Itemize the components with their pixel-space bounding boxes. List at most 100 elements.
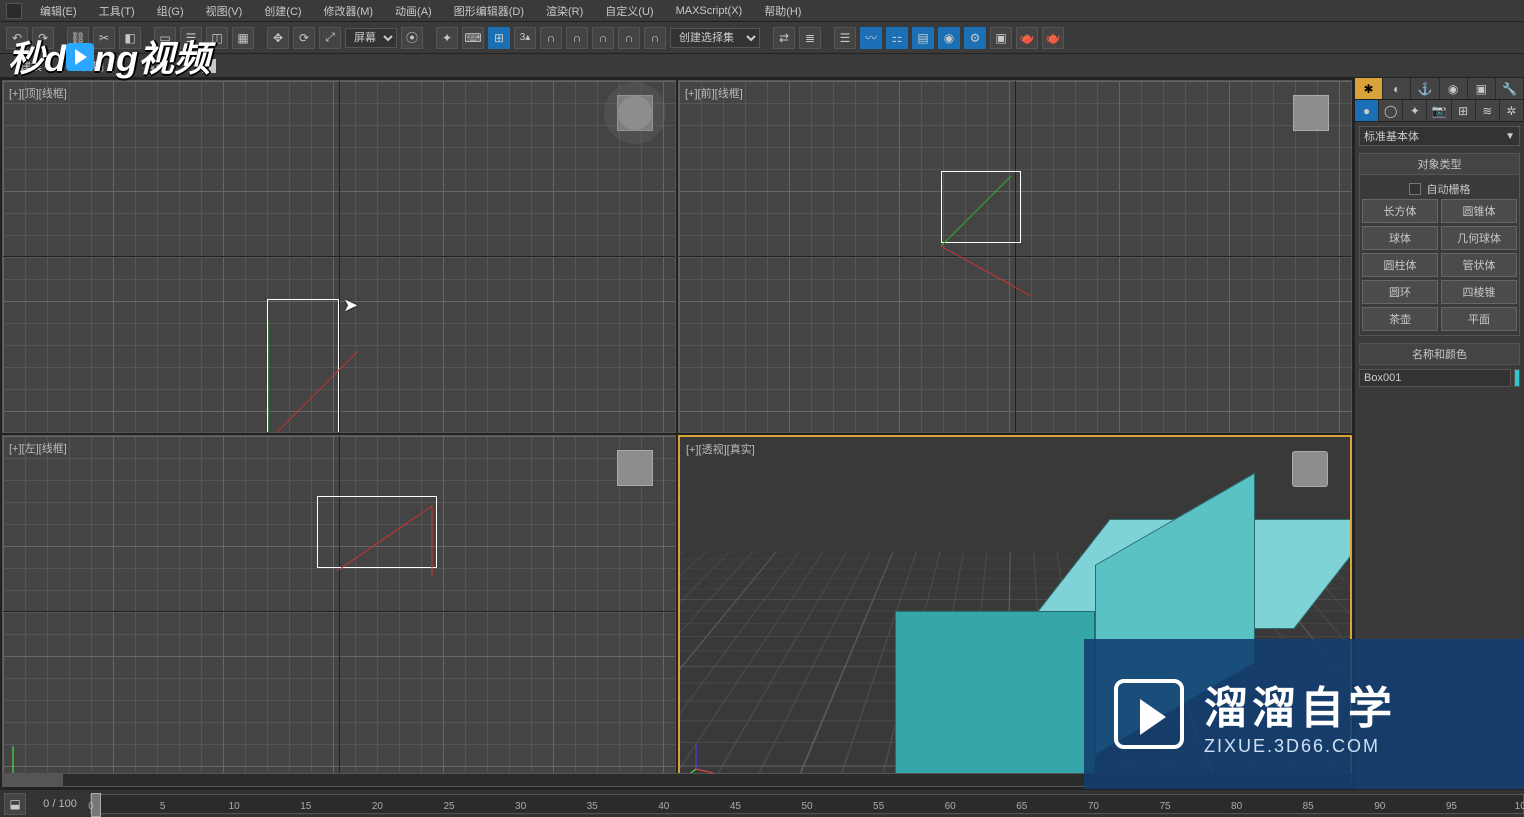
menu-help[interactable]: 帮助(H)	[760, 1, 805, 21]
viewport-top[interactable]: [+][顶][线框] ➤	[2, 80, 676, 433]
btn-cone[interactable]: 圆锥体	[1441, 199, 1517, 223]
snap-use-icon[interactable]: ∩	[644, 27, 666, 49]
tab-hierarchy-icon[interactable]: ⚓	[1411, 78, 1439, 99]
btn-pyramid[interactable]: 四棱锥	[1441, 280, 1517, 304]
dope-sheet-icon[interactable]: ▤	[912, 27, 934, 49]
viewport-scrollbar[interactable]	[2, 773, 1352, 787]
btn-plane[interactable]: 平面	[1441, 307, 1517, 331]
layers-icon[interactable]: ☰	[834, 27, 856, 49]
timeline-config-icon[interactable]: ⬓	[4, 793, 26, 815]
select-name-icon[interactable]: ☰	[180, 27, 202, 49]
link-icon[interactable]: ⛓	[67, 27, 89, 49]
viewcube-icon[interactable]	[1293, 95, 1329, 131]
time-slider[interactable]: 0510152025303540455055606570758085909510…	[90, 794, 1524, 814]
subtab-systems-icon[interactable]: ✲	[1500, 100, 1524, 121]
window-crossing-icon[interactable]: ▦	[232, 27, 254, 49]
select-icon[interactable]: ▭	[154, 27, 176, 49]
mirror-icon[interactable]: ⇄	[773, 27, 795, 49]
tab-display-icon[interactable]: ▣	[1468, 78, 1496, 99]
viewport-front-label[interactable]: [+][前][线框]	[685, 85, 743, 101]
tick-label: 0	[88, 801, 94, 812]
unlink-icon[interactable]: ✂	[93, 27, 115, 49]
ribbon-fill[interactable]: 填充	[134, 56, 176, 76]
autogrid-label: 自动栅格	[1427, 181, 1471, 197]
snap-toggle-icon[interactable]: ⊞	[488, 27, 510, 49]
object-color-swatch[interactable]	[1514, 369, 1520, 387]
object-name-input[interactable]	[1359, 369, 1511, 387]
move-icon[interactable]: ✥	[267, 27, 289, 49]
viewcube-icon[interactable]	[1292, 451, 1328, 487]
align-icon[interactable]: ≣	[799, 27, 821, 49]
named-selection-select[interactable]: 创建选择集	[670, 28, 760, 48]
menu-view[interactable]: 视图(V)	[202, 1, 247, 21]
btn-box[interactable]: 长方体	[1362, 199, 1438, 223]
main-toolbar: ↶ ↷ ⛓ ✂ ◧ ▭ ☰ ◫ ▦ ✥ ⟳ ⤢ 屏幕 ⦿ ✦ ⌨ ⊞ 3▴ ∩ …	[0, 22, 1524, 54]
menu-customize[interactable]: 自定义(U)	[601, 1, 657, 21]
subtab-shapes-icon[interactable]: ◯	[1379, 100, 1403, 121]
subtab-cameras-icon[interactable]: 📷	[1427, 100, 1451, 121]
viewport-left-label[interactable]: [+][左][线框]	[9, 440, 67, 456]
material-editor-icon[interactable]: ◉	[938, 27, 960, 49]
scale-icon[interactable]: ⤢	[319, 27, 341, 49]
btn-tube[interactable]: 管状体	[1441, 253, 1517, 277]
curve-editor-icon[interactable]: 〰	[860, 27, 882, 49]
viewport-perspective[interactable]: [+][透视][真实]	[678, 435, 1352, 788]
autogrid-checkbox[interactable]	[1409, 183, 1421, 195]
bind-icon[interactable]: ◧	[119, 27, 141, 49]
tab-motion-icon[interactable]: ◉	[1440, 78, 1468, 99]
menu-tools[interactable]: 工具(T)	[95, 1, 139, 21]
viewcube-icon[interactable]	[617, 450, 653, 486]
tab-modify-icon[interactable]: ◐	[1383, 78, 1411, 99]
ref-coord-select[interactable]: 屏幕	[345, 28, 397, 48]
subtab-lights-icon[interactable]: ✦	[1403, 100, 1427, 121]
btn-cylinder[interactable]: 圆柱体	[1362, 253, 1438, 277]
schematic-icon[interactable]: ⚏	[886, 27, 908, 49]
select-region-icon[interactable]: ◫	[206, 27, 228, 49]
ribbon-toggle-icon[interactable]	[202, 59, 216, 73]
menu-grapheditor[interactable]: 图形编辑器(D)	[450, 1, 528, 21]
tab-utilities-icon[interactable]: 🔧	[1496, 78, 1524, 99]
rotate-icon[interactable]: ⟳	[293, 27, 315, 49]
render-frame-icon[interactable]: ▣	[990, 27, 1012, 49]
redo-icon[interactable]: ↷	[32, 27, 54, 49]
menu-render[interactable]: 渲染(R)	[542, 1, 587, 21]
ribbon-modeling[interactable]: 建模	[10, 56, 52, 76]
pivot-icon[interactable]: ⦿	[401, 27, 423, 49]
menu-edit[interactable]: 编辑(E)	[36, 1, 81, 21]
menu-create[interactable]: 创建(C)	[260, 1, 305, 21]
ribbon-copy[interactable]: 复制	[72, 56, 114, 76]
viewcube-icon[interactable]	[617, 95, 653, 131]
subtab-geometry-icon[interactable]: ●	[1355, 100, 1379, 121]
angle-snap-icon[interactable]: 3▴	[514, 27, 536, 49]
btn-geosphere[interactable]: 几何球体	[1441, 226, 1517, 250]
keyboard-icon[interactable]: ⌨	[462, 27, 484, 49]
viewport-top-label[interactable]: [+][顶][线框]	[9, 85, 67, 101]
viewport-persp-label[interactable]: [+][透视][真实]	[686, 441, 755, 457]
subtab-helpers-icon[interactable]: ⊞	[1452, 100, 1476, 121]
render-icon[interactable]: 🫖	[1016, 27, 1038, 49]
btn-teapot[interactable]: 茶壶	[1362, 307, 1438, 331]
btn-torus[interactable]: 圆环	[1362, 280, 1438, 304]
menu-maxscript[interactable]: MAXScript(X)	[672, 3, 747, 19]
render-setup-icon[interactable]: ⚙	[964, 27, 986, 49]
manipulate-icon[interactable]: ✦	[436, 27, 458, 49]
tab-create-icon[interactable]: ✱	[1355, 78, 1383, 99]
chevron-down-icon: ▼	[1505, 131, 1515, 142]
percent-snap-icon[interactable]: ∩	[540, 27, 562, 49]
viewport-left[interactable]: [+][左][线框]	[2, 435, 676, 788]
app-icon[interactable]	[6, 3, 22, 19]
undo-icon[interactable]: ↶	[6, 27, 28, 49]
menu-modifiers[interactable]: 修改器(M)	[320, 1, 378, 21]
rollup-namecolor[interactable]: 名称和颜色	[1359, 343, 1520, 365]
spinner-snap-icon[interactable]: ∩	[566, 27, 588, 49]
rollup-objecttype[interactable]: 对象类型	[1359, 153, 1520, 175]
render-prod-icon[interactable]: 🫖	[1042, 27, 1064, 49]
subtab-spacewarps-icon[interactable]: ≋	[1476, 100, 1500, 121]
snap-options-icon[interactable]: ∩	[592, 27, 614, 49]
btn-sphere[interactable]: 球体	[1362, 226, 1438, 250]
viewport-front[interactable]: [+][前][线框]	[678, 80, 1352, 433]
category-dropdown[interactable]: 标准基本体▼	[1359, 126, 1520, 146]
menu-animation[interactable]: 动画(A)	[391, 1, 436, 21]
edit-named-icon[interactable]: ∩	[618, 27, 640, 49]
menu-group[interactable]: 组(G)	[153, 1, 188, 21]
